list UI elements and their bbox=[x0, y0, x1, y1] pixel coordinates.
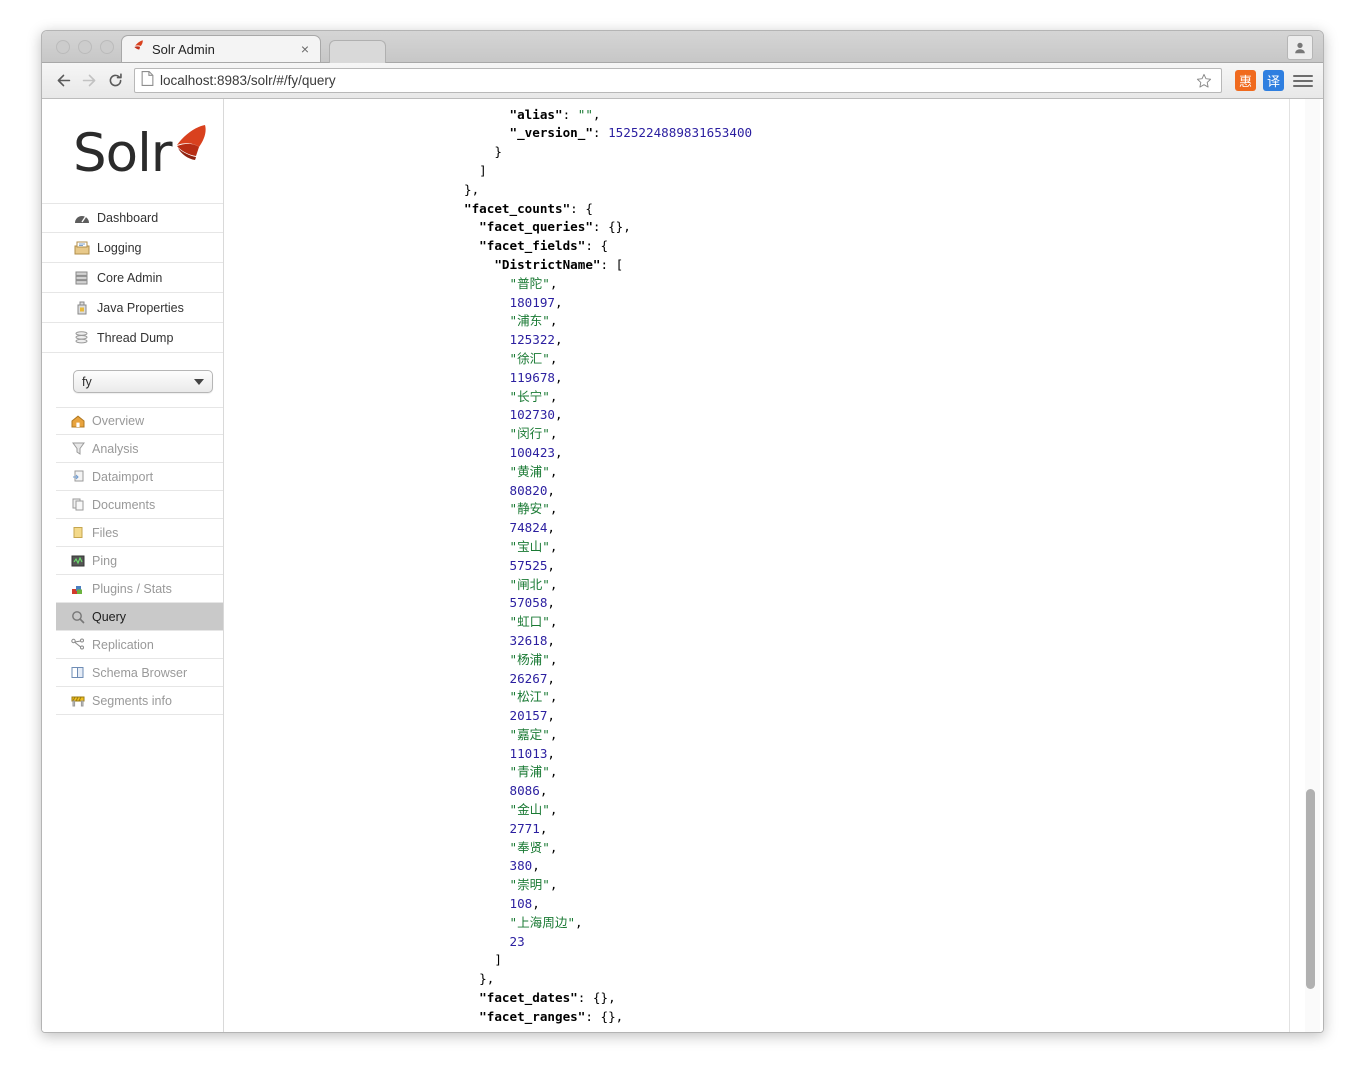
url-text: localhost:8983/solr/#/fy/query bbox=[160, 73, 336, 88]
sidebar-item-dataimport[interactable]: Dataimport bbox=[56, 463, 223, 491]
sidebar-item-ping[interactable]: Ping bbox=[56, 547, 223, 575]
sidebar-item-label: Query bbox=[92, 609, 127, 624]
dataimport-icon bbox=[70, 469, 86, 484]
address-bar[interactable]: localhost:8983/solr/#/fy/query bbox=[134, 68, 1222, 93]
hui-extension-icon[interactable]: 惠 bbox=[1235, 70, 1256, 91]
minimize-window-button[interactable] bbox=[78, 40, 92, 54]
profile-button[interactable] bbox=[1287, 35, 1313, 60]
sidebar-item-label: Dashboard bbox=[97, 211, 159, 225]
java-properties-icon bbox=[73, 300, 90, 316]
window-controls bbox=[56, 40, 114, 54]
sidebar-item-files[interactable]: Files bbox=[56, 519, 223, 547]
sidebar-item-label: Thread Dump bbox=[97, 330, 174, 345]
close-icon[interactable]: × bbox=[298, 42, 312, 56]
sidebar-item-schema-browser[interactable]: Schema Browser bbox=[56, 659, 223, 687]
folder-icon bbox=[70, 525, 86, 540]
schema-browser-icon bbox=[70, 665, 86, 680]
browser-tab[interactable]: Solr Admin × bbox=[121, 35, 321, 62]
sidebar-item-label: Logging bbox=[97, 240, 142, 255]
sidebar-item-plugins-stats[interactable]: Plugins / Stats bbox=[56, 575, 223, 603]
sidebar-item-label: Dataimport bbox=[92, 469, 154, 484]
segments-icon bbox=[70, 693, 86, 708]
sidebar-item-overview[interactable]: Overview bbox=[56, 407, 223, 435]
reload-icon bbox=[109, 73, 122, 87]
new-tab-button[interactable] bbox=[329, 40, 386, 63]
solr-core-nav: Overview Analysis Dataimport Documents F… bbox=[56, 407, 223, 715]
core-admin-icon bbox=[73, 270, 90, 286]
ping-icon bbox=[70, 553, 86, 568]
chevron-down-icon bbox=[194, 378, 204, 385]
replication-icon bbox=[70, 637, 86, 652]
logging-icon bbox=[73, 240, 90, 256]
avatar-icon bbox=[1295, 42, 1305, 53]
sidebar-item-analysis[interactable]: Analysis bbox=[56, 435, 223, 463]
bookmark-star-icon[interactable] bbox=[1193, 70, 1215, 92]
solr-logo-text: Solr bbox=[73, 123, 173, 184]
solr-flame-icon bbox=[165, 123, 211, 172]
tab-title: Solr Admin bbox=[152, 41, 215, 57]
core-selector-value: fy bbox=[82, 374, 92, 389]
forward-arrow-icon bbox=[82, 74, 95, 87]
sidebar-item-label: Core Admin bbox=[97, 270, 163, 285]
json-response-text: "alias": "", "_version_": 15252248898316… bbox=[464, 106, 753, 1024]
magnifier-icon bbox=[70, 609, 86, 624]
close-window-button[interactable] bbox=[56, 40, 70, 54]
sidebar-item-thread-dump[interactable]: Thread Dump bbox=[42, 323, 223, 353]
sidebar-item-label: Documents bbox=[92, 497, 156, 512]
sidebar-item-logging[interactable]: Logging bbox=[42, 233, 223, 263]
sidebar-item-label: Analysis bbox=[92, 441, 139, 456]
browser-tab-strip: Solr Admin × bbox=[42, 31, 1323, 63]
page-document-icon bbox=[141, 70, 154, 91]
dashboard-icon bbox=[73, 210, 90, 226]
sidebar-item-label: Replication bbox=[92, 637, 154, 652]
sidebar-item-label: Overview bbox=[92, 414, 145, 428]
sidebar-item-label: Plugins / Stats bbox=[92, 581, 172, 596]
plugins-icon bbox=[70, 581, 86, 596]
sidebar-item-segments-info[interactable]: Segments info bbox=[56, 687, 223, 715]
sidebar-item-query[interactable]: Query bbox=[56, 603, 223, 631]
browser-menu-icon[interactable] bbox=[1293, 74, 1313, 87]
translate-extension-icon[interactable]: 译 bbox=[1263, 70, 1284, 91]
query-response-pane: "alias": "", "_version_": 15252248898316… bbox=[224, 99, 1290, 1032]
home-icon bbox=[70, 414, 86, 429]
solr-top-nav: Dashboard Logging Core Admin Java Proper… bbox=[42, 203, 223, 353]
browser-toolbar: localhost:8983/solr/#/fy/query 惠 译 bbox=[42, 63, 1323, 99]
solr-logo[interactable]: Solr bbox=[73, 123, 208, 185]
sidebar-item-documents[interactable]: Documents bbox=[56, 491, 223, 519]
sidebar-item-core-admin[interactable]: Core Admin bbox=[42, 263, 223, 293]
reload-button[interactable] bbox=[102, 68, 128, 94]
sidebar-item-label: Files bbox=[92, 525, 119, 540]
core-selector[interactable]: fy bbox=[73, 370, 213, 393]
back-arrow-icon bbox=[57, 74, 70, 87]
right-gutter bbox=[1289, 99, 1323, 1032]
page-scrollbar-thumb[interactable] bbox=[1306, 789, 1315, 989]
solr-sidebar: Solr Dashboard Logging Core Admin Java P… bbox=[42, 99, 224, 1032]
sidebar-item-label: Ping bbox=[92, 553, 118, 568]
documents-icon bbox=[70, 497, 86, 512]
back-button[interactable] bbox=[50, 68, 76, 94]
funnel-icon bbox=[70, 441, 86, 456]
thread-dump-icon bbox=[73, 330, 90, 346]
solr-favicon bbox=[130, 39, 145, 59]
forward-button[interactable] bbox=[76, 68, 102, 94]
sidebar-item-java-properties[interactable]: Java Properties bbox=[42, 293, 223, 323]
sidebar-item-label: Schema Browser bbox=[92, 665, 188, 680]
maximize-window-button[interactable] bbox=[100, 40, 114, 54]
sidebar-item-label: Java Properties bbox=[97, 300, 184, 315]
sidebar-item-replication[interactable]: Replication bbox=[56, 631, 223, 659]
page-viewport: Solr Dashboard Logging Core Admin Java P… bbox=[42, 99, 1323, 1032]
browser-window: Solr Admin × localhost:8983/solr/#/fy/qu… bbox=[41, 30, 1324, 1033]
sidebar-item-dashboard[interactable]: Dashboard bbox=[42, 203, 223, 233]
page-scrollbar-track[interactable] bbox=[1305, 99, 1320, 1032]
sidebar-item-label: Segments info bbox=[92, 693, 172, 708]
